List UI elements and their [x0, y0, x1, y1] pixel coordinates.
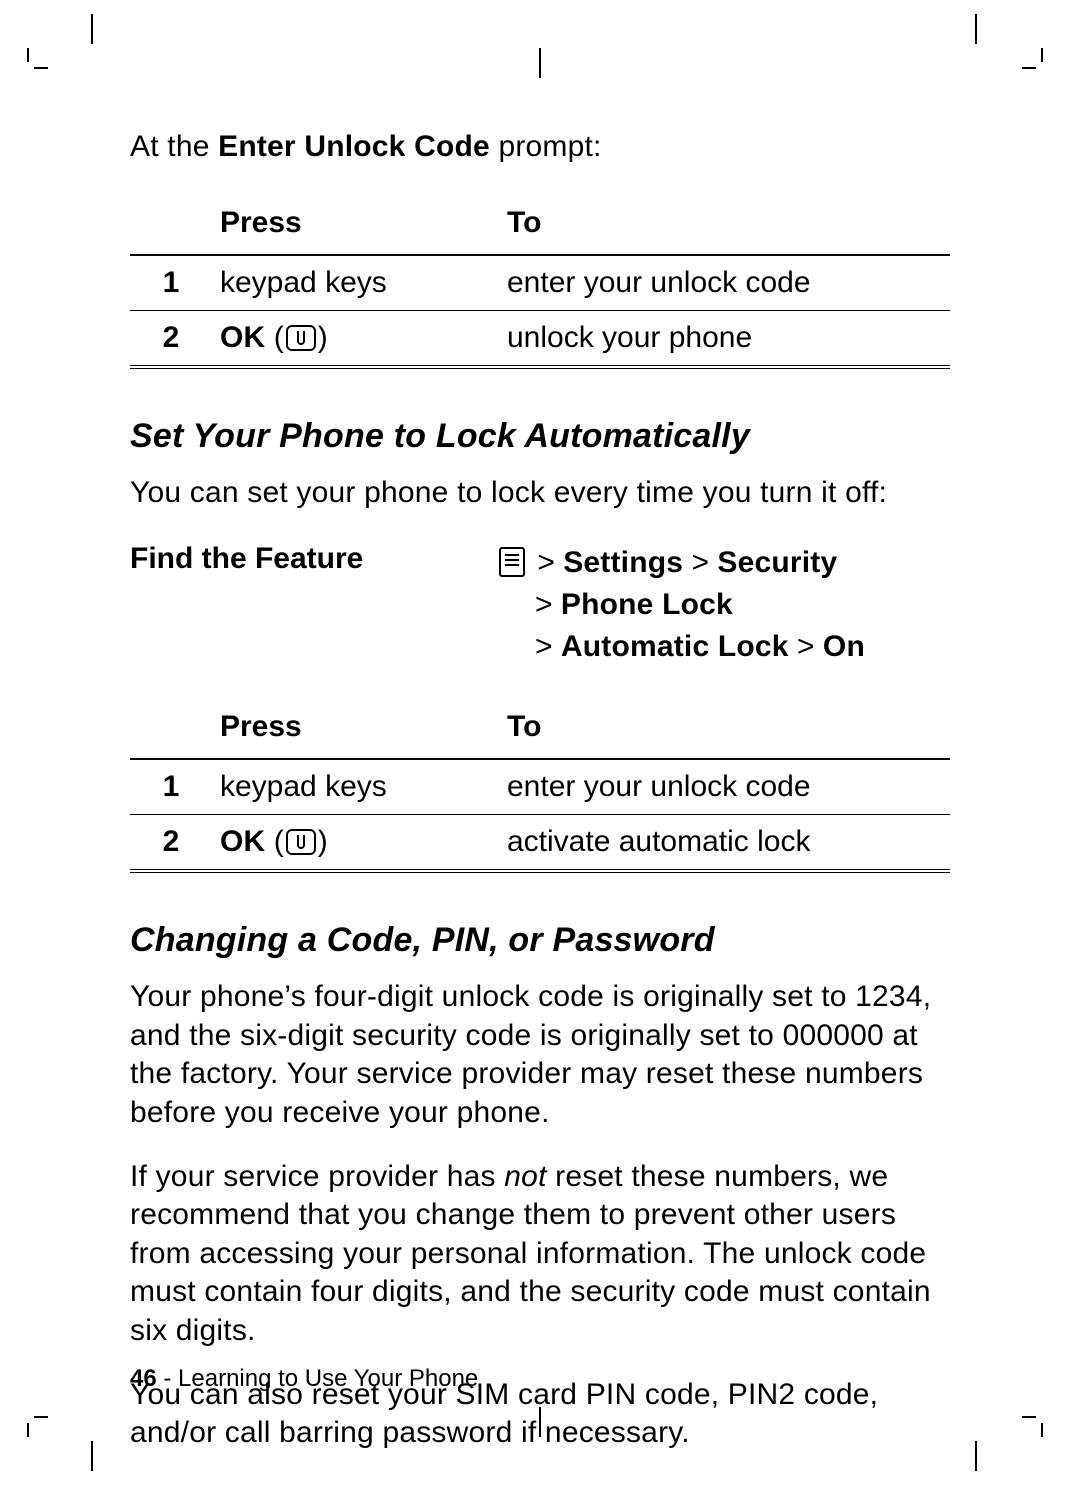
- intro-prefix: At the: [130, 130, 218, 163]
- crop-mark-icon: [528, 48, 552, 78]
- crop-mark-icon: [8, 48, 48, 88]
- step-to: enter your unlock code: [499, 255, 950, 311]
- table-row: 2 OK () unlock your phone: [130, 311, 950, 368]
- step-press: keypad keys: [212, 759, 499, 815]
- step-number: 2: [130, 311, 212, 368]
- table-row: 1 keypad keys enter your unlock code: [130, 255, 950, 311]
- col-to: To: [499, 706, 950, 759]
- intro-line: At the Enter Unlock Code prompt:: [130, 130, 950, 164]
- step-press: OK (): [212, 815, 499, 872]
- col-to: To: [499, 202, 950, 255]
- step-to: enter your unlock code: [499, 759, 950, 815]
- center-key-icon: [286, 829, 316, 855]
- step-number: 2: [130, 815, 212, 872]
- crop-mark-icon: [528, 1407, 552, 1437]
- feature-label: Find the Feature: [130, 542, 499, 668]
- step-number: 1: [130, 759, 212, 815]
- step-number: 1: [130, 255, 212, 311]
- path-item: On: [823, 630, 865, 663]
- path-item: Settings: [563, 546, 683, 579]
- crop-mark-icon: [964, 1441, 988, 1471]
- step-press: keypad keys: [212, 255, 499, 311]
- body-paragraph: Your phone’s four-digit unlock code is o…: [130, 978, 950, 1132]
- feature-path: > Settings > Security > Phone Lock > Aut…: [499, 542, 865, 668]
- body-paragraph: You can set your phone to lock every tim…: [130, 474, 950, 512]
- instruction-table-2: Press To 1 keypad keys enter your unlock…: [130, 706, 950, 873]
- col-press: Press: [212, 706, 499, 759]
- prompt-label: Enter Unlock Code: [218, 130, 490, 163]
- menu-key-icon: [499, 547, 525, 577]
- step-press: OK (): [212, 311, 499, 368]
- path-item: Automatic Lock: [561, 630, 789, 663]
- step-to: activate automatic lock: [499, 815, 950, 872]
- ok-label: OK: [220, 321, 265, 354]
- col-press: Press: [212, 202, 499, 255]
- center-key-icon: [286, 325, 316, 351]
- instruction-table-1: Press To 1 keypad keys enter your unlock…: [130, 202, 950, 369]
- crop-mark-icon: [1022, 1397, 1062, 1437]
- path-item: Security: [717, 546, 837, 579]
- crop-mark-icon: [8, 1397, 48, 1437]
- crop-mark-icon: [80, 1441, 104, 1471]
- page-number: 46: [130, 1365, 157, 1392]
- path-item: Phone Lock: [561, 588, 733, 621]
- ok-label: OK: [220, 825, 265, 858]
- page-footer: 46 - Learning to Use Your Phone: [130, 1365, 478, 1393]
- section-heading: Set Your Phone to Lock Automatically: [130, 417, 950, 456]
- section-name: Learning to Use Your Phone: [178, 1365, 478, 1392]
- crop-mark-icon: [1022, 48, 1062, 88]
- crop-mark-icon: [80, 14, 104, 44]
- table-row: 1 keypad keys enter your unlock code: [130, 759, 950, 815]
- step-to: unlock your phone: [499, 311, 950, 368]
- body-paragraph: If your service provider has not reset t…: [130, 1158, 950, 1350]
- find-the-feature: Find the Feature > Settings > Security >…: [130, 542, 950, 668]
- crop-mark-icon: [964, 14, 988, 44]
- section-heading: Changing a Code, PIN, or Password: [130, 921, 950, 960]
- table-row: 2 OK () activate automatic lock: [130, 815, 950, 872]
- manual-page: At the Enter Unlock Code prompt: Press T…: [0, 0, 1080, 1485]
- table-header-row: Press To: [130, 706, 950, 759]
- intro-suffix: prompt:: [490, 130, 602, 163]
- emphasis: not: [504, 1160, 546, 1193]
- table-header-row: Press To: [130, 202, 950, 255]
